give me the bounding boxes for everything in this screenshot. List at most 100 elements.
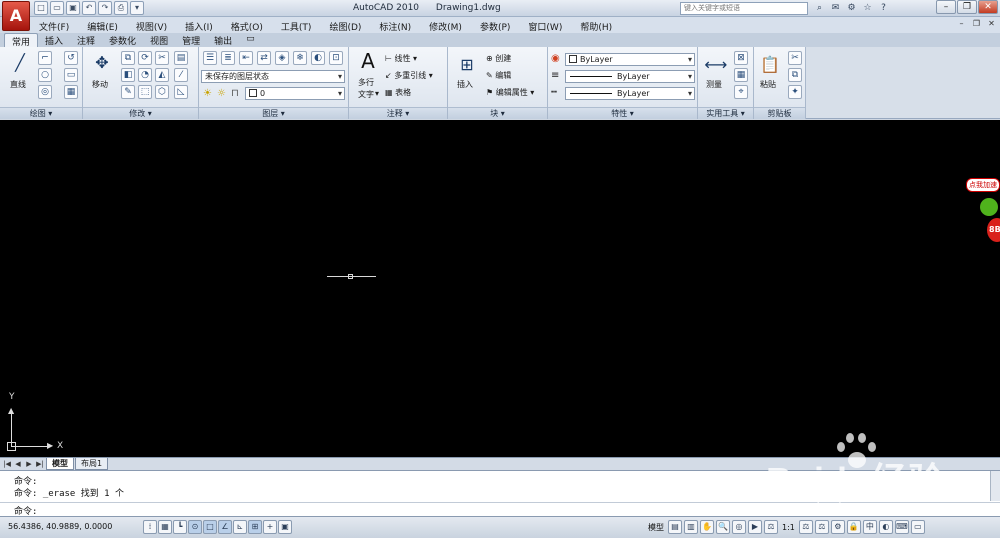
current-layer-select[interactable]: 0 [245,87,345,100]
layer-lock-icon[interactable]: ⊡ [329,51,343,65]
arc-icon[interactable]: ↺ [64,51,78,65]
match-properties-icon[interactable]: ✦ [788,85,802,99]
table-button[interactable]: ▦ 表格 [385,87,411,98]
tab-parametric[interactable]: 参数化 [102,33,143,47]
quick-properties-icon[interactable]: ▣ [278,520,292,534]
cursor-coordinates[interactable]: 56.4386, 40.9889, 0.0000 [8,522,112,531]
help-search-input[interactable]: 键入关键字或短语 [680,2,808,15]
menu-help[interactable]: 帮助(H) [571,17,621,33]
steering-wheel-icon[interactable]: ◎ [732,520,746,534]
calculator-icon[interactable]: ▦ [734,68,748,82]
clean-screen-icon[interactable]: ▭ [910,520,925,534]
quick-select-icon[interactable]: ⊠ [734,51,748,65]
layer-off-icon[interactable]: ◐ [311,51,325,65]
properties-panel-label[interactable]: 特性 ▾ [548,107,697,119]
prev-layout-icon[interactable]: ◀ [13,459,23,469]
break-icon[interactable]: ⁄ [174,68,188,82]
rotate-icon[interactable]: ⟳ [138,51,152,65]
lineweight-icon[interactable]: ≡ [551,70,559,81]
sun-icon[interactable]: ☼ [217,88,226,99]
showmotion-icon[interactable]: ▶ [748,520,762,534]
mirror-icon[interactable]: ◧ [121,68,135,82]
polar-tracking-icon[interactable]: ⊙ [188,520,202,534]
annotation-scale-icon[interactable]: ⚖ [764,520,778,534]
tab-insert[interactable]: 插入 [38,33,70,47]
draw-panel-label[interactable]: 绘图 ▾ [0,107,82,119]
dynamic-input-icon[interactable]: ⊞ [248,520,262,534]
linetype-select[interactable]: ByLayer [565,70,695,83]
close-icon[interactable]: ✕ [978,0,998,14]
annotation-visibility-icon[interactable]: ⚖ [798,520,813,534]
dynamic-ucs-icon[interactable]: ⊾ [233,520,247,534]
utilities-panel-label[interactable]: 实用工具 ▾ [698,107,753,119]
model-space-button[interactable]: 模型 [646,522,666,533]
favorites-star-icon[interactable]: ☆ [861,2,874,15]
menu-window[interactable]: 窗口(W) [519,17,571,33]
undo-icon[interactable]: ↶ [82,1,96,15]
menu-view[interactable]: 视图(V) [127,17,176,33]
command-scrollbar[interactable] [990,471,1000,501]
polyline-icon[interactable]: ⌐ [38,51,52,65]
doc-close-icon[interactable]: ✕ [985,18,998,30]
move-icon[interactable]: ✥ [90,51,114,75]
object-snap-tracking-icon[interactable]: ∠ [218,520,232,534]
hatch-icon[interactable]: ▦ [64,85,78,99]
communication-icon[interactable]: ✉ [829,2,842,15]
layer-properties-icon[interactable]: ☰ [203,51,217,65]
paste-icon[interactable]: 📋 [758,53,782,77]
block-panel-label[interactable]: 块 ▾ [448,107,547,119]
mtext-dropdown-icon[interactable]: ▾ [375,89,379,98]
menu-insert[interactable]: 插入(I) [176,17,222,33]
ime-input-icon[interactable]: 中 [862,520,877,534]
pan-icon[interactable]: ✋ [700,520,714,534]
auto-scale-icon[interactable]: ⚖ [814,520,829,534]
tab-annotate[interactable]: 注释 [70,33,102,47]
menu-format[interactable]: 格式(O) [222,17,272,33]
application-menu-button[interactable]: A [2,1,30,31]
layer-state-select[interactable]: 未保存的图层状态 [201,70,345,83]
menu-file[interactable]: 文件(F) [30,17,78,33]
tab-home[interactable]: 常用 [4,33,39,48]
circle-icon[interactable]: ○ [38,68,52,82]
array-icon[interactable]: ▤ [174,51,188,65]
zoom-icon[interactable]: 🔍 [716,520,730,534]
quick-view-layouts-icon[interactable]: ▤ [668,520,682,534]
tab-layout1[interactable]: 布局1 [75,458,109,470]
layer-state-icon[interactable]: ≣ [221,51,235,65]
explode-icon[interactable]: ⬡ [155,85,169,99]
ime-punct-icon[interactable]: ◐ [878,520,893,534]
open-file-icon[interactable]: ▭ [50,1,64,15]
color-select[interactable]: ByLayer [565,53,695,66]
layer-previous-icon[interactable]: ⇤ [239,51,253,65]
help-icon[interactable]: ? [877,2,890,15]
rectangle-icon[interactable]: ▭ [64,68,78,82]
grid-display-icon[interactable]: ▦ [158,520,172,534]
linetype-icon[interactable]: ┅ [551,87,557,98]
insert-block-icon[interactable]: ⊞ [455,53,479,77]
trim-icon[interactable]: ✂ [155,51,169,65]
tab-manage[interactable]: 管理 [175,33,207,47]
copy-clip-icon[interactable]: ⧉ [788,68,802,82]
menu-parametric[interactable]: 参数(P) [471,17,519,33]
ribbon-minimize-icon[interactable]: ▭ [239,33,262,47]
stretch-icon[interactable]: ◭ [155,68,169,82]
tab-model[interactable]: 模型 [46,458,74,470]
minimize-icon[interactable]: – [936,0,956,14]
print-icon[interactable]: ⎙ [114,1,128,15]
edit-block-button[interactable]: ✎ 编辑 [486,70,511,81]
first-layout-icon[interactable]: |◀ [2,459,12,469]
fillet-icon[interactable]: ◔ [138,68,152,82]
edit-attributes-button[interactable]: ⚑ 编辑属性 ▾ [486,87,534,98]
snap-mode-icon[interactable]: ⁞ [143,520,157,534]
subscription-icon[interactable]: ⚙ [845,2,858,15]
tab-view[interactable]: 视图 [143,33,175,47]
cut-icon[interactable]: ✂ [788,51,802,65]
new-file-icon[interactable]: □ [34,1,48,15]
mtext-icon[interactable]: A [356,49,380,73]
layers-panel-label[interactable]: 图层 ▾ [199,107,348,119]
layer-match-icon[interactable]: ⇄ [257,51,271,65]
lock-icon[interactable]: ⊓ [231,88,239,99]
workspace-switch-icon[interactable]: ⚙ [830,520,845,534]
chamfer-icon[interactable]: ◺ [174,85,188,99]
linear-dim-button[interactable]: ⊢ 线性 ▾ [385,53,417,64]
